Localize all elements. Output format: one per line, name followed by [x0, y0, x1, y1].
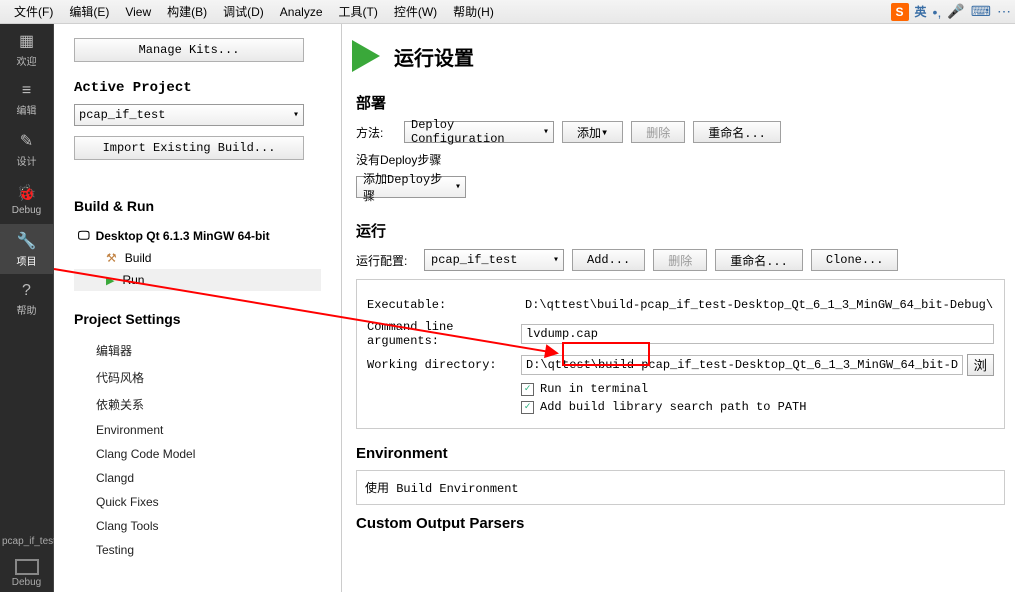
method-label: 方法: — [356, 124, 396, 141]
menu-help[interactable]: 帮助(H) — [445, 1, 502, 22]
run-details-panel: Executable: D:\qttest\build-pcap_if_test… — [356, 279, 1005, 429]
run-add-button[interactable]: Add... — [572, 249, 645, 271]
help-icon: ? — [22, 282, 31, 300]
sidebar-design[interactable]: ✎设计 — [0, 124, 53, 174]
args-input[interactable] — [521, 324, 994, 344]
pencil-icon: ✎ — [20, 131, 33, 151]
mode-sidebar: ▦欢迎 ≡编辑 ✎设计 🐞Debug 🔧项目 ?帮助 pcap_if_test … — [0, 24, 54, 592]
ps-clang-tools[interactable]: Clang Tools — [74, 514, 321, 538]
menu-view[interactable]: View — [117, 3, 159, 21]
active-project-combo[interactable]: pcap_if_test — [74, 104, 304, 126]
deploy-method-select[interactable]: Deploy Configuration — [404, 121, 554, 143]
run-section-title: 运行 — [352, 220, 1015, 241]
menu-debug[interactable]: 调试(D) — [215, 1, 272, 22]
environment-title: Environment — [352, 445, 1015, 462]
deploy-title: 部署 — [352, 92, 1015, 113]
build-subrow[interactable]: ⚒Build — [74, 247, 321, 269]
executable-label: Executable: — [367, 298, 517, 312]
workdir-input[interactable] — [521, 355, 963, 375]
ps-editor[interactable]: 编辑器 — [74, 337, 321, 364]
menu-widgets[interactable]: 控件(W) — [386, 1, 445, 22]
menu-build[interactable]: 构建(B) — [159, 1, 215, 22]
ime-tray: S 英 •, 🎤 ⌨ ⋯ — [891, 3, 1011, 21]
menu-tools[interactable]: 工具(T) — [331, 1, 386, 22]
sidebar-welcome[interactable]: ▦欢迎 — [0, 24, 53, 74]
workdir-label: Working directory: — [367, 358, 517, 372]
environment-summary[interactable]: 使用 Build Environment — [356, 470, 1005, 505]
kit-row[interactable]: Desktop Qt 6.1.3 MinGW 64-bit — [74, 224, 321, 247]
run-remove-button[interactable]: 删除 — [653, 249, 707, 271]
menubar: 文件(F) 编辑(E) View 构建(B) 调试(D) Analyze 工具(… — [0, 0, 1015, 24]
project-settings-title: Project Settings — [74, 311, 321, 327]
active-project-title: Active Project — [74, 80, 321, 96]
ps-clang-model[interactable]: Clang Code Model — [74, 442, 321, 466]
menu-edit[interactable]: 编辑(E) — [61, 1, 117, 22]
run-clone-button[interactable]: Clone... — [811, 249, 899, 271]
debug-selector[interactable]: Debug — [0, 551, 53, 592]
grid-icon: ▦ — [19, 31, 34, 51]
ime-mic-icon[interactable]: 🎤 — [947, 3, 964, 20]
ps-environment[interactable]: Environment — [74, 418, 321, 442]
hammer-icon: ⚒ — [106, 251, 117, 265]
ps-clangd[interactable]: Clangd — [74, 466, 321, 490]
menu-analyze[interactable]: Analyze — [272, 3, 331, 21]
executable-value: D:\qttest\build-pcap_if_test-Desktop_Qt_… — [521, 296, 994, 314]
ime-keyboard-icon[interactable]: ⌨ — [971, 3, 991, 20]
monitor-icon — [15, 559, 39, 575]
sidebar-projects[interactable]: 🔧项目 — [0, 224, 53, 274]
ime-language[interactable]: 英 — [915, 3, 927, 20]
sidebar-edit[interactable]: ≡编辑 — [0, 74, 53, 124]
add-lib-path-checkbox[interactable]: ✓ — [521, 401, 534, 414]
run-big-icon — [352, 40, 380, 72]
run-config-select[interactable]: pcap_if_test — [424, 249, 564, 271]
sidebar-debug[interactable]: 🐞Debug — [0, 174, 53, 224]
deploy-rename-button[interactable]: 重命名... — [693, 121, 781, 143]
run-rename-button[interactable]: 重命名... — [715, 249, 803, 271]
workdir-browse-button[interactable]: 浏 — [967, 354, 994, 376]
page-title: 运行设置 — [394, 42, 474, 71]
deploy-add-button[interactable]: 添加 ▾ — [562, 121, 623, 143]
build-run-title: Build & Run — [74, 198, 321, 214]
add-deploy-step-select[interactable]: 添加Deploy步骤 — [356, 176, 466, 198]
manage-kits-button[interactable]: Manage Kits... — [74, 38, 304, 62]
edit-icon: ≡ — [22, 82, 31, 100]
run-subrow[interactable]: ▶Run — [74, 269, 321, 291]
run-config-label: 运行配置: — [356, 252, 416, 269]
ime-punct-icon[interactable]: •, — [933, 4, 942, 20]
ps-codestyle[interactable]: 代码风格 — [74, 364, 321, 391]
wrench-icon: 🔧 — [17, 231, 37, 251]
parsers-title: Custom Output Parsers — [352, 515, 1015, 532]
import-build-button[interactable]: Import Existing Build... — [74, 136, 304, 160]
sidebar-help[interactable]: ?帮助 — [0, 274, 53, 324]
deploy-remove-button[interactable]: 删除 — [631, 121, 685, 143]
run-settings-content: 运行设置 部署 方法: Deploy Configuration 添加 ▾ 删除… — [342, 24, 1015, 592]
menu-file[interactable]: 文件(F) — [6, 1, 61, 22]
run-in-terminal-label: Run in terminal — [540, 382, 648, 396]
no-deploy-steps-label: 没有Deploy步骤 — [356, 151, 441, 168]
bug-icon: 🐞 — [17, 183, 37, 203]
ps-quickfixes[interactable]: Quick Fixes — [74, 490, 321, 514]
ime-more-icon[interactable]: ⋯ — [997, 3, 1011, 20]
ps-testing[interactable]: Testing — [74, 538, 321, 562]
target-selector[interactable]: pcap_if_test — [0, 532, 53, 551]
ime-badge-icon[interactable]: S — [891, 3, 909, 21]
add-lib-path-label: Add build library search path to PATH — [540, 400, 806, 414]
run-in-terminal-checkbox[interactable]: ✓ — [521, 383, 534, 396]
ps-dependencies[interactable]: 依赖关系 — [74, 391, 321, 418]
